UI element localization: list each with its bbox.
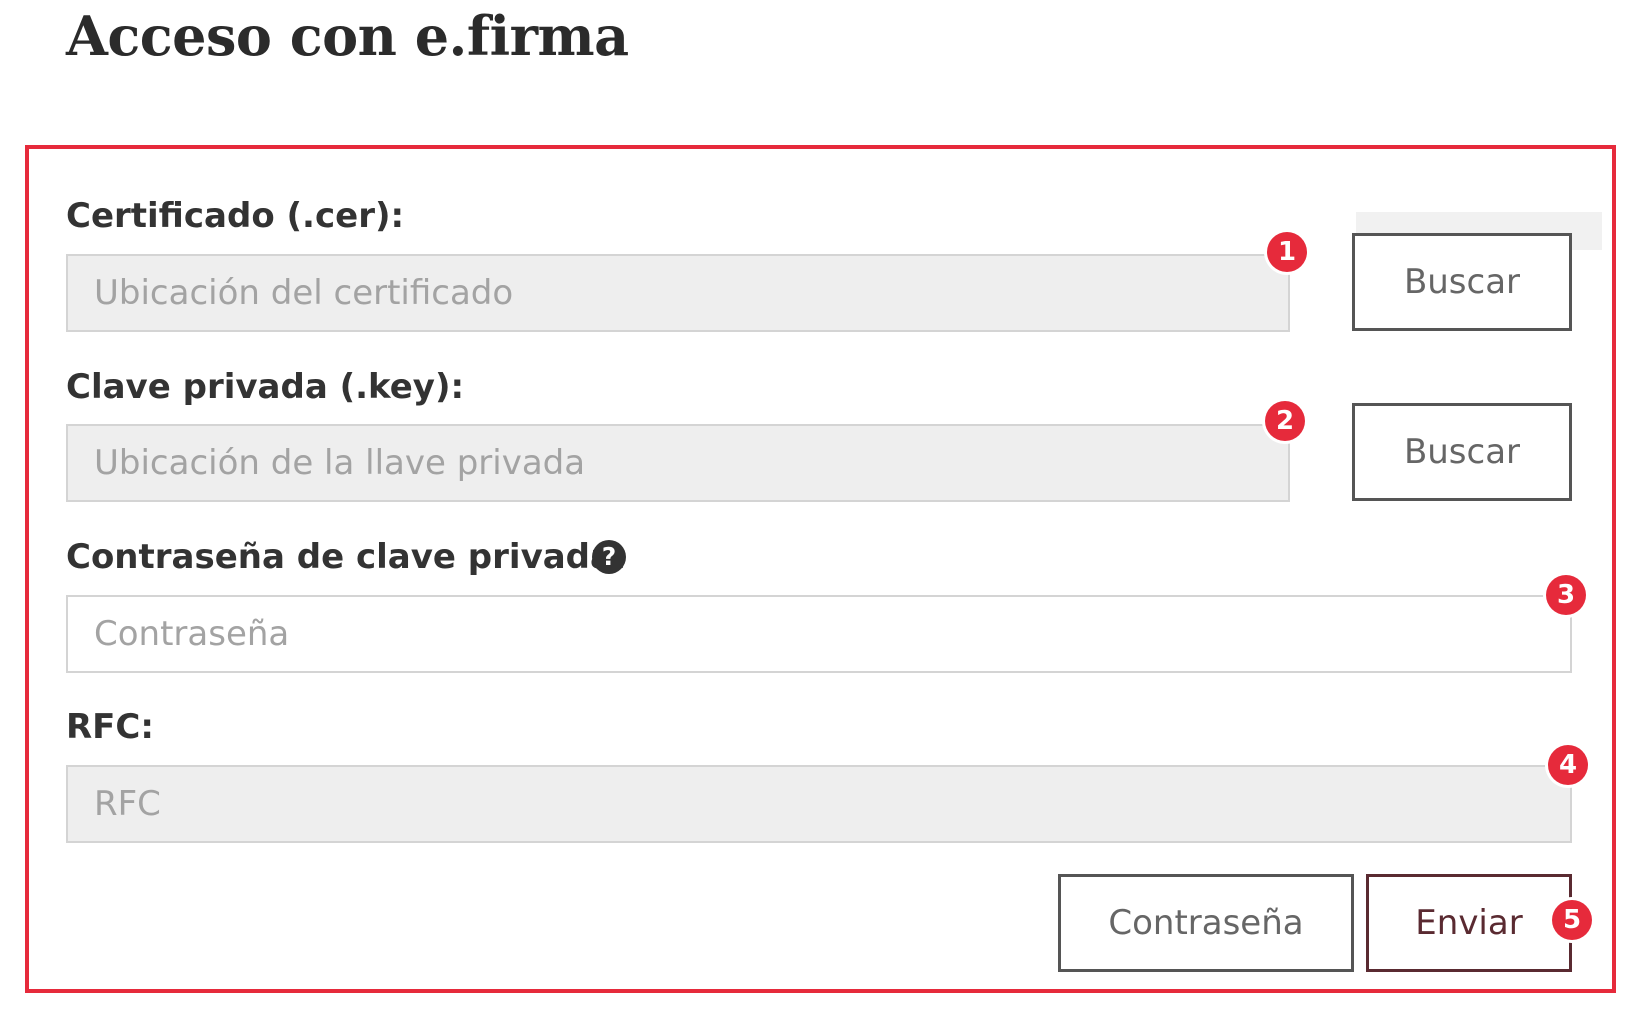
question-circle-icon[interactable]: ?	[592, 540, 626, 574]
certificate-path-field[interactable]	[66, 254, 1290, 332]
rfc-field[interactable]	[66, 765, 1572, 843]
submit-button[interactable]: Enviar	[1366, 874, 1572, 972]
rfc-label: RFC:	[66, 707, 154, 747]
step-badge-4: 4	[1548, 745, 1588, 785]
browse-certificate-button[interactable]: Buscar	[1352, 233, 1572, 331]
password-field[interactable]	[66, 595, 1572, 673]
password-button[interactable]: Contraseña	[1058, 874, 1354, 972]
step-badge-2: 2	[1265, 401, 1305, 441]
private-key-label: Clave privada (.key):	[66, 367, 465, 407]
certificate-label: Certificado (.cer):	[66, 196, 405, 236]
page-title: Acceso con e.firma	[66, 4, 629, 68]
step-badge-1: 1	[1267, 232, 1307, 272]
browse-private-key-button[interactable]: Buscar	[1352, 403, 1572, 501]
private-key-path-field[interactable]	[66, 424, 1290, 502]
password-label: Contraseña de clave privada:	[66, 537, 627, 577]
step-badge-5: 5	[1552, 900, 1592, 940]
step-badge-3: 3	[1546, 575, 1586, 615]
